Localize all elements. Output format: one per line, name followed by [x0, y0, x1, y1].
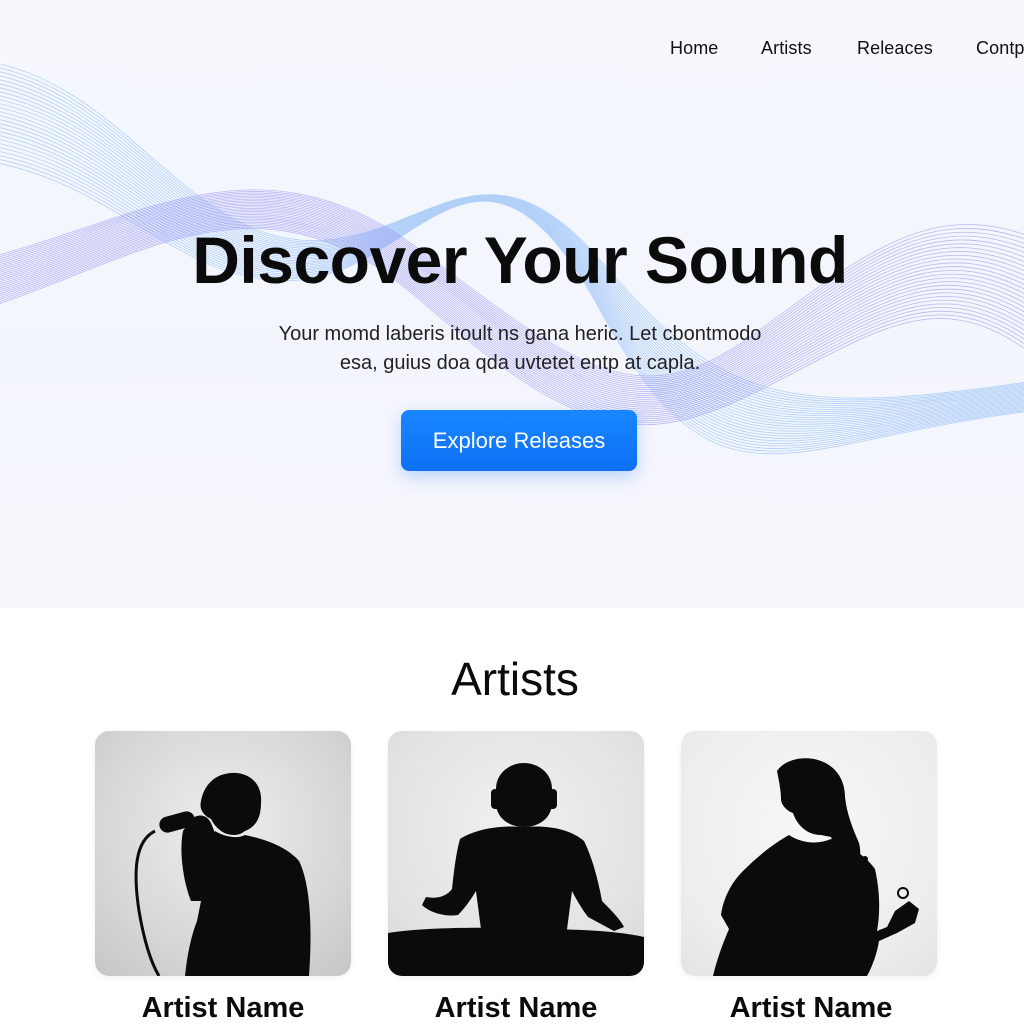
dj-silhouette-icon: [388, 763, 644, 976]
artist-name[interactable]: Artist Name: [95, 990, 351, 1024]
hero-description-line-2: esa, guius doa qda uvtetet entp at capla…: [339, 352, 701, 374]
hero-description-line-1: Your momd laberis itoult ns gana heric. …: [278, 323, 762, 345]
nav-home[interactable]: Home: [670, 38, 718, 59]
nav-artists[interactable]: Artists: [761, 38, 812, 59]
nav-contact[interactable]: Contp: [976, 38, 1024, 59]
singer-silhouette-icon: [134, 772, 311, 976]
explore-releases-button[interactable]: Explore Releases: [401, 410, 637, 471]
artists-heading: Artists: [451, 653, 579, 705]
artist-card[interactable]: [681, 731, 937, 976]
nav-releases[interactable]: Releaces: [857, 38, 933, 59]
hero-title: Discover Your Sound: [192, 223, 848, 297]
hero-section: Home Artists Releaces Contp Discover You…: [0, 0, 1024, 608]
top-nav: Home Artists Releaces Contp: [670, 38, 1024, 62]
artist-name[interactable]: Artist Name: [388, 990, 644, 1024]
guitarist-silhouette-icon: [713, 758, 919, 976]
artist-card[interactable]: [95, 731, 351, 976]
artist-card[interactable]: [388, 731, 644, 976]
hero-description: Your momd laberis itoult ns gana heric. …: [200, 320, 840, 378]
page: Home Artists Releaces Contp Discover You…: [0, 0, 1024, 1024]
wave-background: [0, 63, 1024, 455]
artist-name[interactable]: Artist Name: [683, 990, 939, 1024]
